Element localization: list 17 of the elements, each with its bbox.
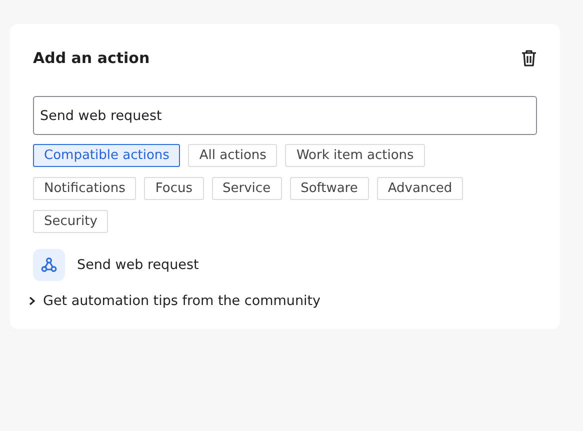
filter-chip[interactable]: All actions	[188, 144, 278, 167]
chevron-icon	[28, 296, 36, 306]
filter-chip[interactable]: Software	[290, 177, 369, 200]
filter-chip[interactable]: Work item actions	[285, 144, 425, 167]
trash-icon	[521, 49, 537, 67]
filter-chip[interactable]: Advanced	[376, 177, 464, 200]
delete-button[interactable]	[519, 47, 539, 69]
filter-chip[interactable]: Focus	[144, 177, 204, 200]
search-field[interactable]: Send web request	[33, 96, 537, 135]
filter-chip[interactable]: Notifications	[33, 177, 136, 200]
panel-title: Add an action	[33, 49, 150, 67]
filter-chip[interactable]: Compatible actions	[33, 144, 180, 167]
filter-chip[interactable]: Service	[212, 177, 282, 200]
webhook-icon	[33, 249, 65, 281]
action-item[interactable]: Send web request	[77, 257, 199, 273]
tips-toggle[interactable]: Get automation tips from the community	[28, 293, 321, 309]
filter-chip[interactable]: Security	[33, 210, 108, 233]
